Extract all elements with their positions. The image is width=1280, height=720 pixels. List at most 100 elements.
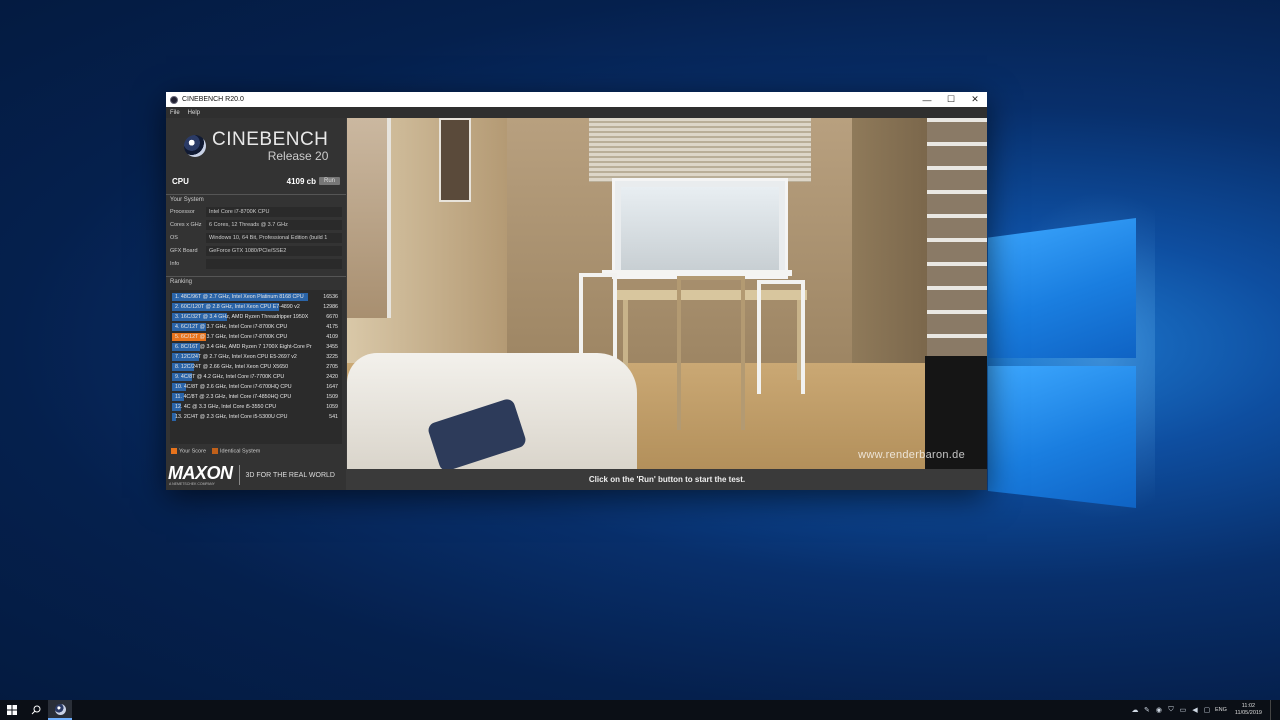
system-tray: ☁ ✎ ◉ ⛉ ▭ ◀ ▢ ENG 11:02 11/05/2019 <box>1131 700 1280 720</box>
ranking-row[interactable]: 13. 2C/4T @ 2.3 GHz, Intel Core i5-5300U… <box>172 412 340 422</box>
ranking-label: 13. 2C/4T @ 2.3 GHz, Intel Core i5-5300U… <box>175 414 288 420</box>
ranking-label: 1. 48C/96T @ 2.7 GHz, Intel Xeon Platinu… <box>175 294 304 300</box>
search-icon <box>31 705 41 715</box>
tray-notification-icon[interactable]: ▢ <box>1203 706 1211 714</box>
ranking-label: 6. 8C/16T @ 3.4 GHz, AMD Ryzen 7 1700X E… <box>175 344 312 350</box>
tray-volume-icon[interactable]: ◀ <box>1191 706 1199 714</box>
scene-chair-center <box>677 276 745 430</box>
ranking-label: 12. 4C @ 3.3 GHz, Intel Core i5-3550 CPU <box>175 404 277 410</box>
cinebench-app-icon <box>170 95 178 104</box>
close-button[interactable]: ✕ <box>963 92 987 107</box>
ranking-list[interactable]: 1. 48C/96T @ 2.7 GHz, Intel Xeon Platinu… <box>170 290 342 444</box>
status-message: Click on the 'Run' button to start the t… <box>347 469 987 490</box>
ranking-label: 7. 12C/24T @ 2.7 GHz, Intel Xeon CPU E5-… <box>175 354 297 360</box>
taskbar-clock[interactable]: 11:02 11/05/2019 <box>1235 703 1262 717</box>
search-button[interactable] <box>24 700 48 720</box>
ranking-score: 541 <box>329 414 338 420</box>
scene-left-window <box>347 118 391 318</box>
tray-cloud-icon[interactable]: ☁ <box>1131 706 1139 714</box>
menu-help[interactable]: Help <box>188 110 200 116</box>
ranking-label: 10. 4C/8T @ 2.6 GHz, Intel Core i7-6700H… <box>175 384 292 390</box>
system-key: GFX Board <box>170 248 198 254</box>
tray-pen-icon[interactable]: ✎ <box>1143 706 1151 714</box>
system-row-gfx: GFX Board GeForce GTX 1080/PCIe/SSE2 <box>170 245 342 257</box>
taskbar-cinebench-app[interactable] <box>48 700 72 720</box>
cinebench-window: CINEBENCH R20.0 — ☐ ✕ File Help CINEBENC… <box>166 92 987 490</box>
ranking-score: 3455 <box>326 344 338 350</box>
ranking-row[interactable]: 1. 48C/96T @ 2.7 GHz, Intel Xeon Platinu… <box>172 292 340 302</box>
cinebench-taskbar-icon <box>54 703 66 715</box>
system-value: GeForce GTX 1080/PCIe/SSE2 <box>206 246 342 256</box>
ranking-label: 9. 4C/8T @ 4.2 GHz, Intel Core i7-7700K … <box>175 374 285 380</box>
system-info-input[interactable] <box>206 259 342 269</box>
ranking-score: 16536 <box>323 294 338 300</box>
cpu-row: CPU 4109 cb Run <box>166 174 346 188</box>
ranking-label: 2. 60C/120T @ 2.8 GHz, Intel Xeon CPU E7… <box>175 304 300 310</box>
system-key: OS <box>170 235 178 241</box>
ranking-row[interactable]: 10. 4C/8T @ 2.6 GHz, Intel Core i7-6700H… <box>172 382 340 392</box>
ranking-row[interactable]: 5. 6C/12T @ 3.7 GHz, Intel Core i7-8700K… <box>172 332 340 342</box>
ranking-row[interactable]: 11. 4C/8T @ 2.3 GHz, Intel Core i7-4850H… <box>172 392 340 402</box>
ranking-score: 1647 <box>326 384 338 390</box>
system-key: Processor <box>170 209 195 215</box>
tray-app-icon[interactable]: ◉ <box>1155 706 1163 714</box>
ranking-score: 4175 <box>326 324 338 330</box>
ranking-row[interactable]: 4. 6C/12T @ 3.7 GHz, Intel Core i7-8700K… <box>172 322 340 332</box>
ranking-label: 3. 16C/32T @ 3.4 GHz, AMD Ryzen Threadri… <box>175 314 309 320</box>
cpu-run-button[interactable]: Run <box>318 177 340 185</box>
start-button[interactable] <box>0 700 24 720</box>
ranking-label: 11. 4C/8T @ 2.3 GHz, Intel Core i7-4850H… <box>175 394 292 400</box>
tray-network-icon[interactable]: ▭ <box>1179 706 1187 714</box>
ranking-score: 2705 <box>326 364 338 370</box>
minimize-button[interactable]: — <box>915 92 939 107</box>
ranking-legend: Your Score Identical System <box>171 448 341 454</box>
windows-logo-pane-bottom <box>988 366 1136 508</box>
menu-file[interactable]: File <box>170 110 180 116</box>
system-row-cores: Cores x GHz 6 Cores, 12 Threads @ 3.7 GH… <box>170 219 342 231</box>
windows-logo-pane-top <box>988 218 1136 358</box>
system-row-os: OS Windows 10, 64 Bit, Professional Edit… <box>170 232 342 244</box>
taskbar: ☁ ✎ ◉ ⛉ ▭ ◀ ▢ ENG 11:02 11/05/2019 <box>0 700 1280 720</box>
maxon-logo: MAXON <box>168 463 233 483</box>
cinebench-brand: CINEBENCH Release 20 <box>166 118 346 174</box>
ranking-score: 1059 <box>326 404 338 410</box>
legend-your-score: Your Score <box>171 448 206 454</box>
scene-window <box>612 178 788 279</box>
ranking-title: Ranking <box>166 276 346 287</box>
maximize-button[interactable]: ☐ <box>939 92 963 107</box>
title-bar: CINEBENCH R20.0 — ☐ ✕ <box>166 92 987 107</box>
show-desktop-button[interactable] <box>1270 700 1274 720</box>
ranking-row[interactable]: 3. 16C/32T @ 3.4 GHz, AMD Ryzen Threadri… <box>172 312 340 322</box>
ranking-score: 3225 <box>326 354 338 360</box>
brand-name: CINEBENCH <box>212 128 329 150</box>
ranking-row[interactable]: 9. 4C/8T @ 4.2 GHz, Intel Core i7-7700K … <box>172 372 340 382</box>
ranking-row[interactable]: 6. 8C/16T @ 3.4 GHz, AMD Ryzen 7 1700X E… <box>172 342 340 352</box>
your-score-swatch <box>171 448 177 454</box>
identical-swatch <box>212 448 219 454</box>
ranking-row[interactable]: 7. 12C/24T @ 2.7 GHz, Intel Xeon CPU E5-… <box>172 352 340 362</box>
maxon-subtitle: A NEMETSCHEK COMPANY <box>169 482 215 486</box>
ranking-row[interactable]: 8. 12C/24T @ 2.66 GHz, Intel Xeon CPU X5… <box>172 362 340 372</box>
ranking-row[interactable]: 2. 60C/120T @ 2.8 GHz, Intel Xeon CPU E7… <box>172 302 340 312</box>
ranking-label: 8. 12C/24T @ 2.66 GHz, Intel Xeon CPU X5… <box>175 364 289 370</box>
render-viewport: www.renderbaron.de <box>347 118 987 469</box>
ranking-score: 2420 <box>326 374 338 380</box>
system-value: Windows 10, 64 Bit, Professional Edition… <box>206 233 342 243</box>
maxon-divider <box>238 465 240 485</box>
system-info: Processor Intel Core i7-8700K CPU Cores … <box>166 206 346 270</box>
scene-picture-frame <box>439 118 471 202</box>
maxon-footer: MAXON A NEMETSCHEK COMPANY 3D FOR THE RE… <box>166 460 346 490</box>
legend-your-score-label: Your Score <box>179 448 207 455</box>
clock-date: 11/05/2019 <box>1234 710 1262 716</box>
clock-time: 11:02 <box>1241 703 1256 709</box>
cpu-label: CPU <box>172 176 189 186</box>
scene-blinds <box>589 118 811 182</box>
tray-language[interactable]: ENG <box>1215 707 1227 713</box>
ranking-row[interactable]: 12. 4C @ 3.3 GHz, Intel Core i5-3550 CPU… <box>172 402 340 412</box>
window-title: CINEBENCH R20.0 <box>182 96 244 103</box>
tray-shield-icon[interactable]: ⛉ <box>1167 706 1175 714</box>
left-panel: CINEBENCH Release 20 CPU 4109 cb Run You… <box>166 118 346 490</box>
ranking-score: 1509 <box>326 394 338 400</box>
cpu-score: 4109 cb <box>286 176 316 186</box>
menu-bar: File Help <box>166 107 987 118</box>
